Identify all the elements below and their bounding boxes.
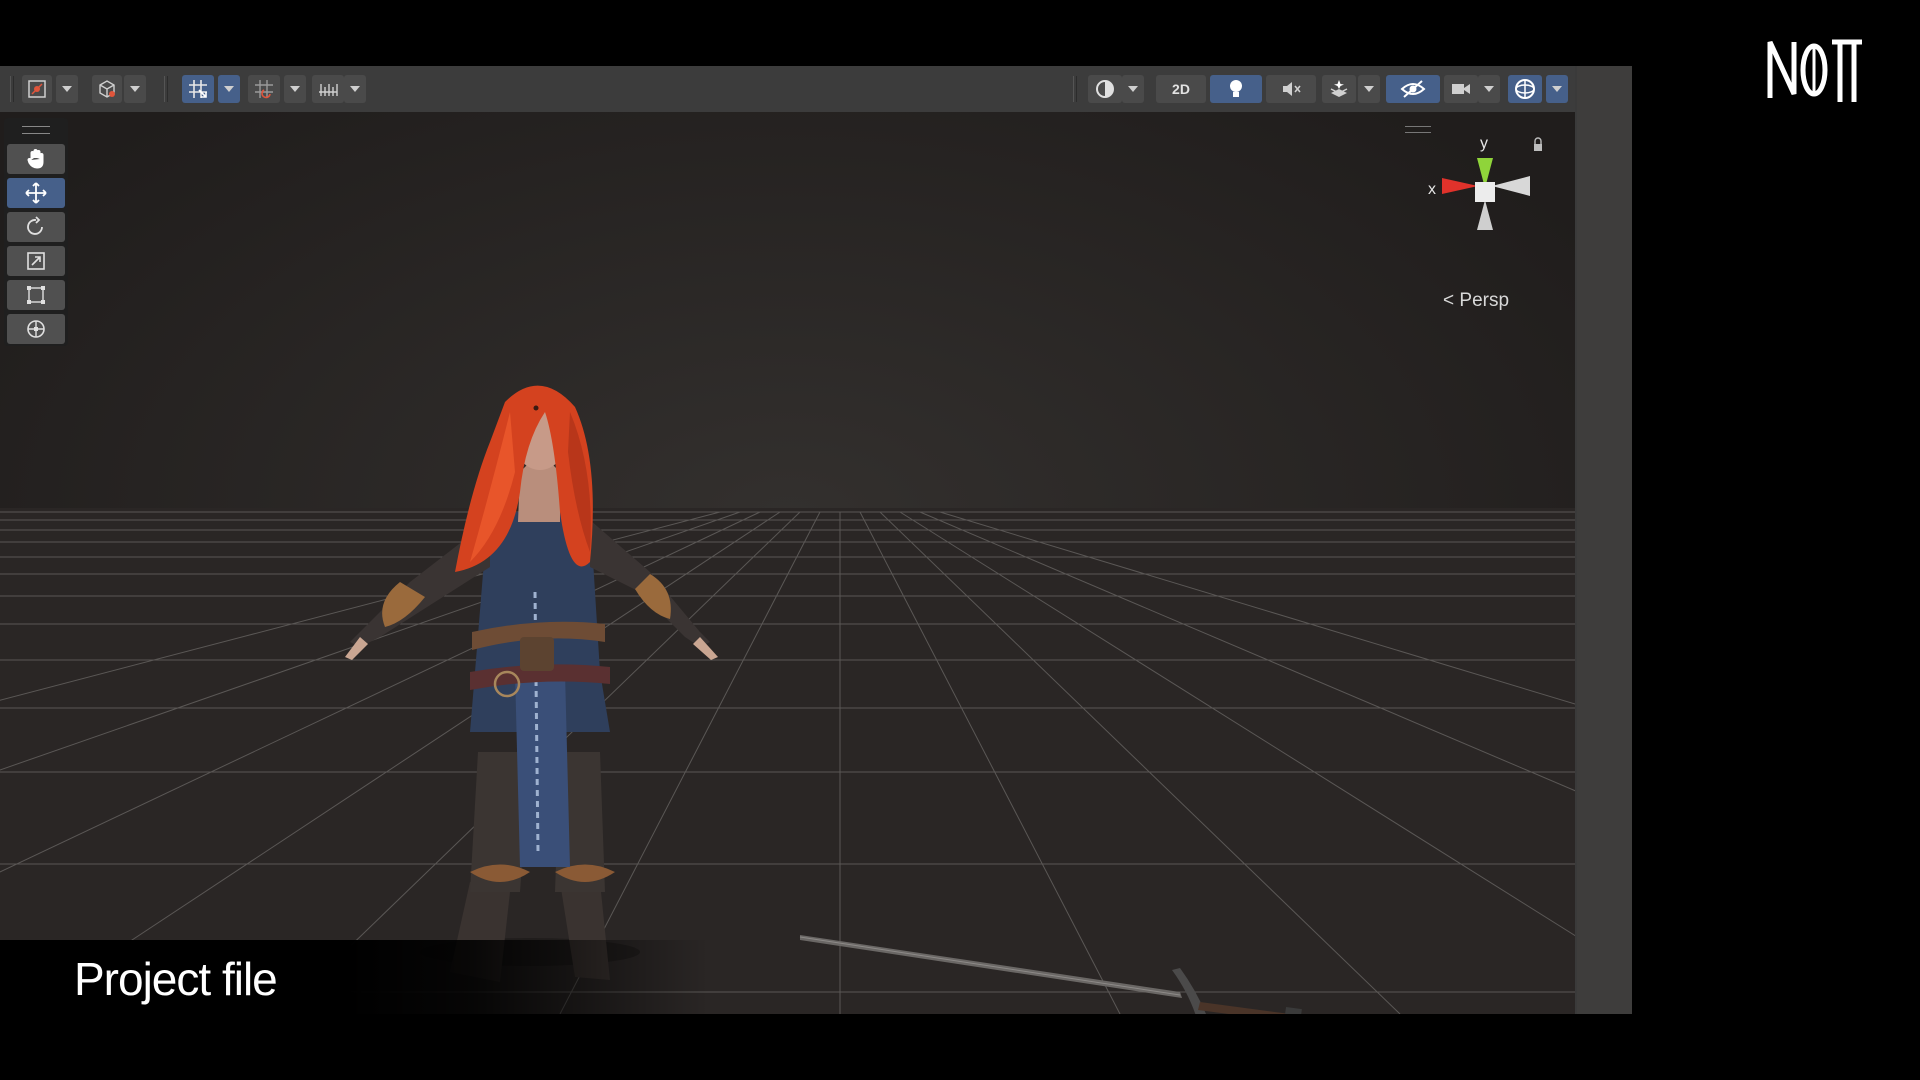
lighting-icon: [1230, 80, 1242, 97]
x-axis-cone: [1442, 178, 1478, 194]
projection-toggle[interactable]: < Persp: [1443, 290, 1509, 312]
rect-tool-button[interactable]: [7, 280, 65, 310]
move-tool-icon: [25, 182, 47, 204]
gizmo-y-label: y: [1480, 135, 1488, 152]
shading-mode-icon: [1096, 80, 1114, 98]
draw-mode-dropdown[interactable]: [124, 75, 146, 103]
hand-tool-button[interactable]: [7, 144, 65, 174]
scene-viewport[interactable]: y x < Persp: [0, 112, 1575, 1014]
caption-text: Project file: [74, 953, 278, 1005]
scene-view-window: 2D y x < Persp: [0, 66, 1632, 1014]
camera-button[interactable]: [1444, 75, 1478, 103]
scale-tool-button[interactable]: [7, 246, 65, 276]
gizmos-icon: [28, 80, 46, 98]
rotate-tool-button[interactable]: [7, 212, 65, 242]
shading-mode-dropdown[interactable]: [1122, 75, 1144, 103]
snap-increment-button[interactable]: [248, 75, 280, 103]
ruler-dropdown[interactable]: [344, 75, 366, 103]
tools-overlay: [4, 118, 68, 346]
right-panel-edge: [1577, 66, 1632, 1014]
toolbar-grip: [10, 76, 14, 102]
projection-label: Persp: [1459, 290, 1510, 311]
toolbar-separator: [1073, 76, 1077, 102]
scale-tool-icon: [27, 252, 45, 270]
lighting-button[interactable]: [1210, 75, 1262, 103]
scene-render: [0, 112, 1575, 1014]
draw-mode-button[interactable]: [92, 75, 122, 103]
gizmos-dropdown[interactable]: [56, 75, 78, 103]
transform-tool-icon: [27, 320, 45, 338]
scene-visibility-button[interactable]: [1386, 75, 1440, 103]
orientation-gizmo[interactable]: y x: [1410, 132, 1560, 272]
ruler-icon: [319, 84, 338, 96]
gizmo-toggle-button[interactable]: [1508, 75, 1542, 103]
grid-snap-icon: [189, 80, 207, 98]
hand-tool-icon: [27, 149, 44, 169]
view-2d-button[interactable]: 2D: [1156, 75, 1206, 103]
scene-toolbar: 2D: [0, 66, 1575, 113]
grid-snap-dropdown[interactable]: [218, 75, 240, 103]
effects-icon: [1330, 80, 1348, 97]
gizmo-center-cube: [1475, 182, 1495, 202]
draw-mode-icon: [99, 80, 115, 98]
rect-tool-icon: [27, 286, 45, 304]
gizmos-button[interactable]: [22, 75, 52, 103]
move-tool-button[interactable]: [7, 178, 65, 208]
snap-increment-icon: [255, 80, 273, 99]
camera-dropdown[interactable]: [1478, 75, 1500, 103]
gizmo-x-label: x: [1428, 181, 1436, 198]
persp-chevron-icon: <: [1443, 290, 1455, 311]
gizmo-toggle-icon: [1515, 79, 1535, 99]
z-axis-cone: [1477, 200, 1493, 230]
audio-button[interactable]: [1266, 75, 1316, 103]
effects-dropdown[interactable]: [1358, 75, 1380, 103]
scene-visibility-icon: [1400, 80, 1426, 98]
grid-snap-button[interactable]: [182, 75, 214, 103]
camera-icon: [1452, 84, 1470, 94]
ruler-button[interactable]: [312, 75, 344, 103]
tools-drag-handle[interactable]: [22, 126, 50, 134]
snap-increment-dropdown[interactable]: [284, 75, 306, 103]
audio-icon: [1283, 82, 1301, 96]
effects-button[interactable]: [1322, 75, 1356, 103]
toolbar-separator: [164, 76, 168, 102]
shading-mode-button[interactable]: [1088, 75, 1122, 103]
transform-tool-button[interactable]: [7, 314, 65, 344]
brand-logo: [1767, 39, 1862, 102]
gizmo-toggle-dropdown[interactable]: [1546, 75, 1568, 103]
view-2d-label: 2D: [1172, 81, 1190, 97]
rotate-tool-icon: [27, 216, 43, 235]
x-negative-cone: [1492, 176, 1530, 196]
lock-icon: [1534, 144, 1542, 151]
